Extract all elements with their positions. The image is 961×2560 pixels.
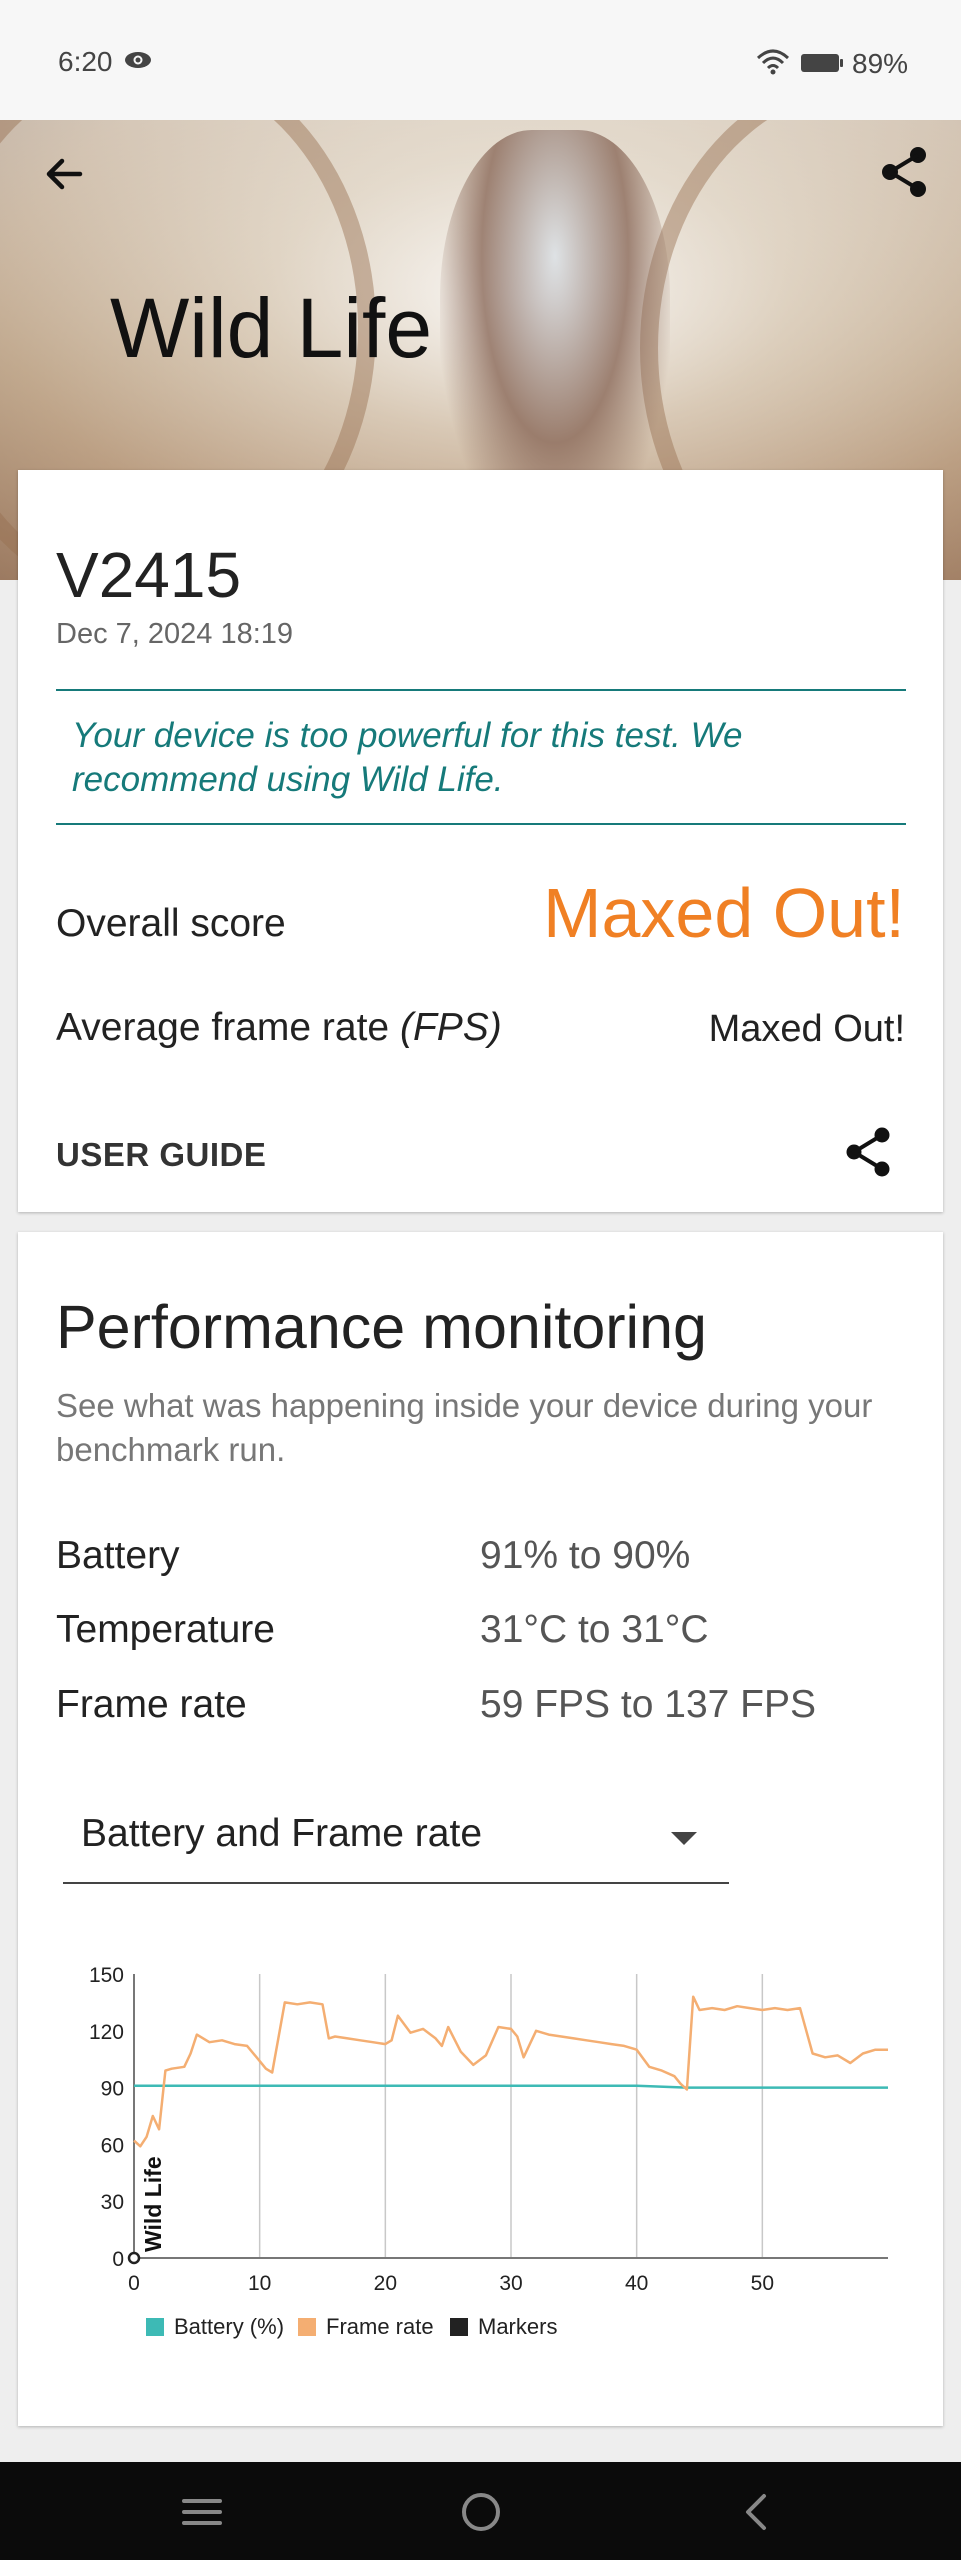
user-guide-link[interactable]: USER GUIDE [56,1136,266,1174]
back-chevron-icon[interactable] [732,2486,784,2538]
chart-y-tick-label: 90 [101,2078,124,2101]
chart-y-tick-label: 120 [89,2021,124,2044]
chart-y-tick-label: 150 [89,1964,124,1987]
chart-marker-point [127,2251,141,2265]
overall-score-label: Overall score [56,902,286,945]
chart-legend-swatch [146,2318,164,2336]
battery-icon [801,54,843,72]
chart-legend-label: Frame rate [326,2314,434,2339]
chart-svg: 0 30 60 90 120 150 0 10 20 30 40 50 Wild Life Battery… [89,1964,888,2393]
chart-x-tick-label: 0 [128,2272,140,2295]
system-nav-bar [0,2462,961,2560]
chart-y-tick-label: 60 [101,2134,124,2157]
share-icon[interactable] [880,146,928,198]
avg-fps-value: Maxed Out! [708,1008,905,1050]
overall-score-value: Maxed Out! [543,874,905,952]
chart-x-tick-label: 20 [374,2272,397,2295]
avg-fps-label: Average frame rate (FPS) [56,1006,502,1050]
home-circle-icon[interactable] [455,2486,507,2538]
chart-x-tick-label: 50 [751,2272,774,2295]
status-bar: 6:20 89% [0,0,961,120]
chart-marker-label: Wild Life [140,2156,166,2252]
stat-framerate-label: Frame rate [56,1683,247,1726]
avg-fps-label-unit: (FPS) [399,1006,502,1049]
result-card: V2415 Dec 7, 2024 18:19 Your device is t… [18,470,943,1212]
status-battery-percent: 89% [852,48,909,79]
chart-legend-label: Markers [478,2314,557,2339]
performance-card: Performance monitoring See what was happ… [18,1232,943,2426]
share-icon[interactable] [844,1126,892,1178]
performance-title: Performance monitoring [56,1293,707,1361]
stat-battery-value: 91% to 90% [480,1534,691,1577]
chart-x-tick-label: 30 [499,2272,522,2295]
notice-divider-top [56,689,906,691]
stat-temperature-value: 31°C to 31°C [480,1608,709,1651]
result-date: Dec 7, 2024 18:19 [56,618,294,650]
chevron-down-icon [671,1832,697,1845]
back-arrow-icon[interactable] [40,150,88,198]
menu-icon[interactable] [176,2486,228,2538]
stat-battery-label: Battery [56,1534,180,1577]
notice-divider-bottom [56,823,906,825]
performance-chart: 0 30 60 90 120 150 0 10 20 30 40 50 Wild Life Battery… [48,1948,928,2393]
chart-y-tick-label: 0 [112,2248,124,2271]
chart-x-tick-label: 10 [248,2272,271,2295]
chart-legend-label: Battery (%) [174,2314,284,2339]
avg-fps-label-text: Average frame rate [56,1006,400,1049]
chart-legend-swatch [298,2318,316,2336]
chart-legend-swatch [450,2318,468,2336]
stat-framerate-value: 59 FPS to 137 FPS [480,1683,817,1726]
notice-text: Your device is too powerful for this tes… [72,716,743,799]
performance-subtitle: See what was happening inside your devic… [56,1387,873,1468]
chart-series-dropdown[interactable]: Battery and Frame rate [63,1792,729,1884]
status-time: 6:20 [58,46,113,77]
page-title: Wild Life [110,281,433,375]
chart-x-tick-label: 40 [625,2272,648,2295]
dropdown-selected-value: Battery and Frame rate [81,1812,483,1855]
chart-y-tick-label: 30 [101,2191,124,2214]
wifi-icon [756,49,790,75]
device-name: V2415 [56,539,242,611]
stat-temperature-label: Temperature [56,1608,275,1651]
eye-icon [125,52,151,68]
